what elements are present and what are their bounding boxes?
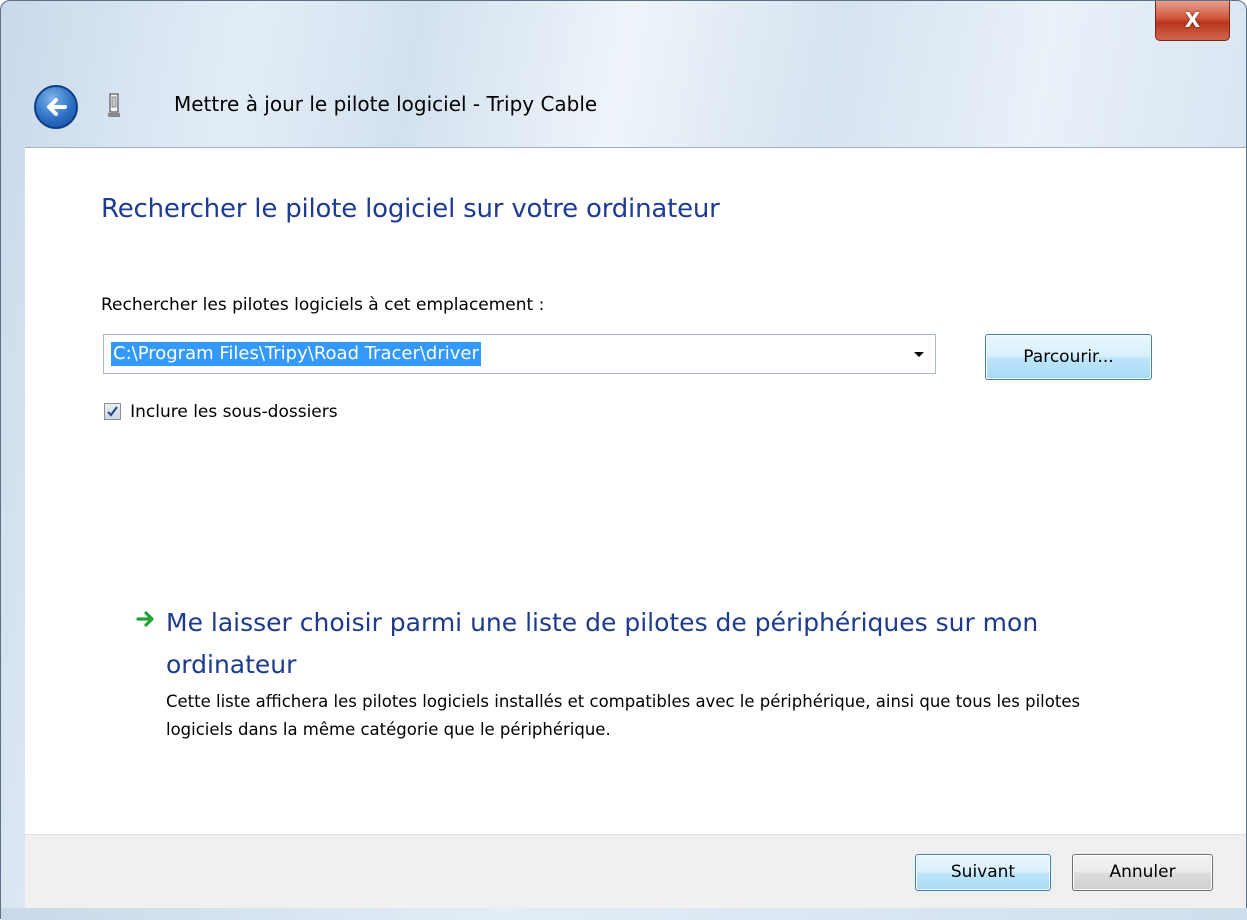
window-frame: X Mettre à jour le pilote logiciel - Tri… <box>0 0 1247 920</box>
include-subfolders-option[interactable]: Inclure les sous-dossiers <box>104 401 338 425</box>
browse-button[interactable]: Parcourir... <box>985 334 1152 380</box>
dialog-footer: Suivant Annuler <box>25 834 1246 909</box>
choose-driver-link-title[interactable]: Me laisser choisir parmi une liste de pi… <box>166 602 1126 686</box>
close-button[interactable]: X <box>1155 1 1230 41</box>
choose-driver-link-description: Cette liste affichera les pilotes logici… <box>166 692 1081 739</box>
next-button[interactable]: Suivant <box>915 854 1051 891</box>
include-subfolders-label: Inclure les sous-dossiers <box>130 401 338 422</box>
dropdown-arrow-icon[interactable] <box>909 344 929 364</box>
path-combobox[interactable]: C:\Program Files\Tripy\Road Tracer\drive… <box>103 334 936 374</box>
cancel-button[interactable]: Annuler <box>1072 854 1213 891</box>
dialog-content: Rechercher le pilote logiciel sur votre … <box>25 147 1246 835</box>
include-subfolders-checkbox[interactable] <box>104 403 121 420</box>
page-heading: Rechercher le pilote logiciel sur votre … <box>101 194 720 224</box>
window-title: Mettre à jour le pilote logiciel - Tripy… <box>174 92 598 116</box>
back-arrow-icon <box>47 98 67 116</box>
usb-device-icon <box>108 93 120 117</box>
path-input-value[interactable]: C:\Program Files\Tripy\Road Tracer\drive… <box>111 342 481 366</box>
back-button[interactable] <box>34 85 78 129</box>
green-arrow-icon <box>136 611 154 627</box>
checkmark-icon <box>107 406 118 417</box>
location-label: Rechercher les pilotes logiciels à cet e… <box>101 295 545 315</box>
window-bottom-border <box>1 908 1247 920</box>
